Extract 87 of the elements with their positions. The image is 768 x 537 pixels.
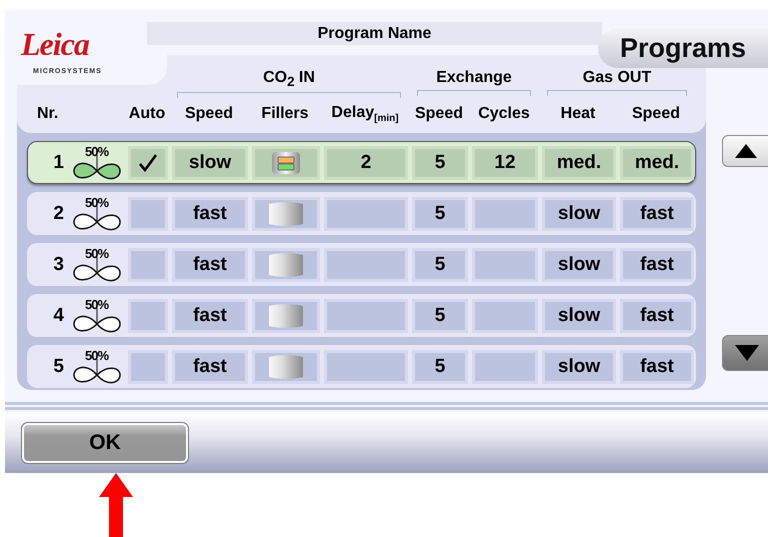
table-cell[interactable]: fast <box>620 298 694 332</box>
table-cell[interactable]: slow <box>542 350 616 384</box>
empty-container-icon <box>268 302 304 328</box>
table-cell[interactable]: fast <box>172 350 248 384</box>
table-cell[interactable]: fast <box>620 248 694 282</box>
fan-level-label: 50% <box>85 144 108 158</box>
auto-checkbox[interactable] <box>128 350 168 384</box>
row-number: 4 <box>52 304 65 326</box>
check-icon <box>138 152 158 172</box>
program-row[interactable]: 2 50% fast 5 slow fast <box>27 192 696 235</box>
column-heading: Cycles <box>477 105 531 123</box>
empty-container-icon <box>268 200 304 226</box>
fan-level-label: 50% <box>85 296 108 312</box>
fan-icon <box>72 358 122 384</box>
table-cell[interactable]: med. <box>542 146 616 180</box>
fan-level-label: 50% <box>85 194 108 210</box>
table-cell[interactable] <box>324 298 408 332</box>
program-row[interactable]: 5 50% fast 5 slow fast <box>27 345 696 388</box>
table-cell[interactable]: 12 <box>472 146 538 180</box>
column-heading: Delay$_{[min]}$ <box>330 104 400 124</box>
table-cell[interactable]: fast <box>172 196 248 230</box>
auto-checkbox[interactable] <box>128 196 168 230</box>
table-cell[interactable]: fast <box>620 196 694 230</box>
table-cell[interactable]: slow <box>542 298 616 332</box>
scroll-down-button[interactable] <box>722 335 768 371</box>
fan-icon <box>72 308 122 334</box>
table-cell[interactable]: slow <box>542 248 616 282</box>
row-number: 3 <box>52 254 65 276</box>
column-heading: Nr. <box>36 105 60 123</box>
fan-level-label: 50% <box>85 246 108 260</box>
empty-container-icon <box>268 252 304 278</box>
column-group-heading: CO$_{2}$ IN <box>263 69 315 90</box>
table-cell[interactable]: fast <box>172 298 248 332</box>
auto-checkbox[interactable] <box>128 146 168 180</box>
table-cell[interactable]: fast <box>620 350 694 384</box>
table-cell[interactable]: 5 <box>412 146 468 180</box>
table-cell[interactable] <box>472 196 538 230</box>
table-cell[interactable]: med. <box>620 146 694 180</box>
table-cell[interactable]: slow <box>542 196 616 230</box>
table-cell[interactable]: 5 <box>412 248 468 282</box>
table-cell[interactable] <box>324 196 408 230</box>
program-row[interactable]: 3 50% fast 5 slow fast <box>27 243 696 286</box>
programs-tab[interactable]: Programs <box>598 28 768 68</box>
up-triangle-icon <box>735 144 757 158</box>
column-heading: Speed <box>414 105 464 123</box>
program-name-field[interactable]: Program Name <box>147 22 602 45</box>
empty-container-icon <box>268 354 304 380</box>
table-cell[interactable]: slow <box>172 146 248 180</box>
filler-container-icon <box>271 150 301 174</box>
scroll-up-button[interactable] <box>722 135 768 167</box>
ok-button[interactable]: OK <box>22 423 188 463</box>
table-cell[interactable] <box>324 350 408 384</box>
column-heading: Speed <box>184 105 234 123</box>
column-group-heading: Exchange <box>436 69 512 87</box>
program-row[interactable]: 1 50% slow 2 5 12 med. med. <box>27 141 696 184</box>
fillers-cell[interactable] <box>252 248 320 282</box>
auto-checkbox[interactable] <box>128 248 168 282</box>
table-cell[interactable]: 5 <box>412 298 468 332</box>
fillers-cell[interactable] <box>252 196 320 230</box>
fan-icon <box>72 154 122 180</box>
column-heading: Fillers <box>260 105 310 123</box>
table-cell[interactable] <box>472 298 538 332</box>
column-heading: Speed <box>630 105 681 123</box>
program-row[interactable]: 4 50% fast 5 slow fast <box>27 294 696 337</box>
auto-checkbox[interactable] <box>128 298 168 332</box>
table-cell[interactable]: 2 <box>324 146 408 180</box>
table-cell[interactable] <box>472 248 538 282</box>
column-heading: Auto <box>128 105 166 123</box>
fan-icon <box>72 206 122 232</box>
column-group-heading: Gas OUT <box>582 69 652 87</box>
down-triangle-icon <box>735 345 759 361</box>
table-cell[interactable] <box>324 248 408 282</box>
table-cell[interactable]: 5 <box>412 196 468 230</box>
table-cell[interactable]: 5 <box>412 350 468 384</box>
fan-icon <box>72 256 122 282</box>
logo-wordmark: Leica <box>21 27 89 61</box>
row-number: 1 <box>52 152 65 174</box>
fillers-cell[interactable] <box>252 298 320 332</box>
fan-level-label: 50% <box>85 348 108 362</box>
table-cell[interactable]: fast <box>172 248 248 282</box>
fillers-cell[interactable] <box>252 146 320 180</box>
row-number: 2 <box>52 202 65 224</box>
fillers-cell[interactable] <box>252 350 320 384</box>
row-number: 5 <box>52 356 65 378</box>
column-heading: Heat <box>560 105 596 123</box>
table-cell[interactable] <box>472 350 538 384</box>
pointer-arrow <box>99 473 133 537</box>
